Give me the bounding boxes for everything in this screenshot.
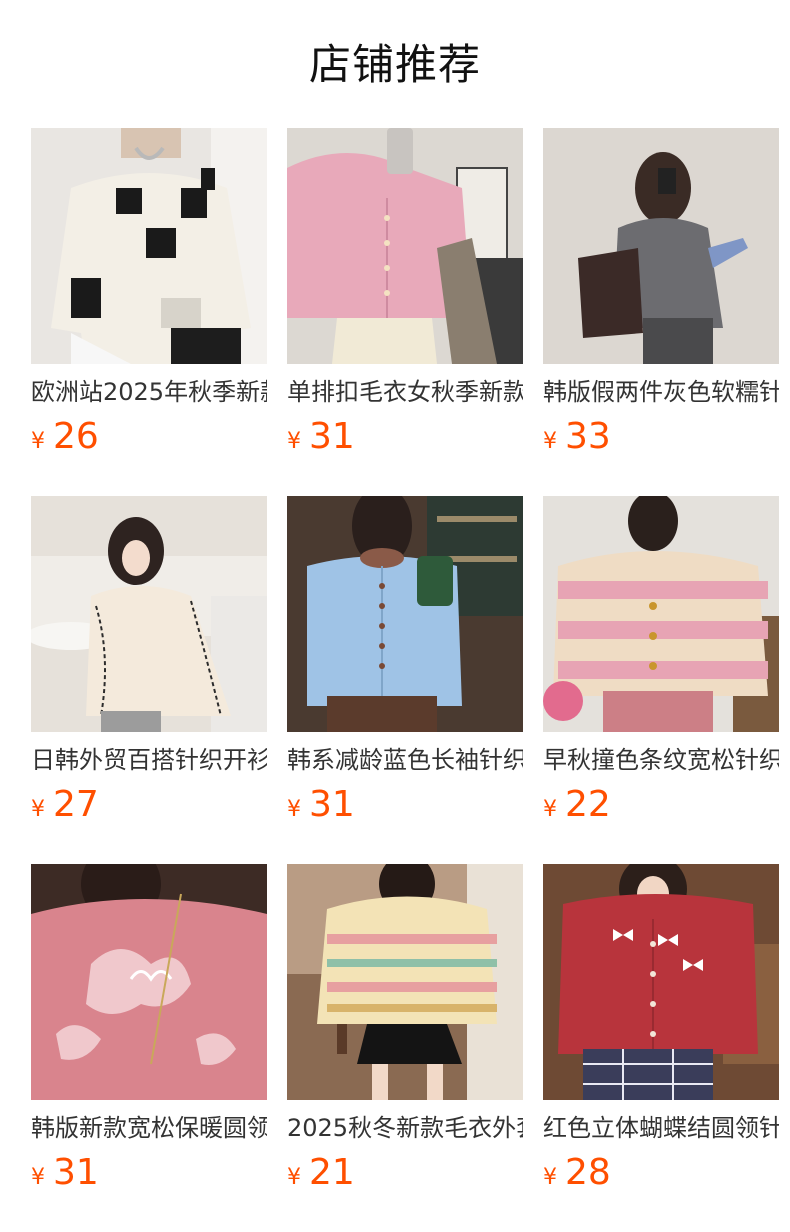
- product-price: ¥31: [287, 415, 523, 459]
- currency-symbol: ¥: [31, 1165, 45, 1190]
- sweater-photo-icon: [31, 496, 267, 732]
- currency-symbol: ¥: [543, 429, 557, 454]
- sweater-photo-icon: [287, 496, 523, 732]
- product-image[interactable]: [31, 128, 267, 364]
- price-value: 31: [309, 784, 355, 825]
- store-recommendations-page: 店铺推荐 欧洲站2025年秋季新款 ¥ 26 单排扣毛衣女秋季新款 ¥ 31 韩…: [0, 0, 790, 1232]
- product-title[interactable]: 欧洲站2025年秋季新款: [31, 375, 267, 409]
- product-price: ¥27: [31, 783, 267, 827]
- product-title[interactable]: 韩版假两件灰色软糯针织: [543, 375, 779, 409]
- product-price: ¥28: [543, 1151, 779, 1195]
- product-image[interactable]: [287, 864, 523, 1100]
- currency-symbol: ¥: [31, 429, 45, 454]
- product-card[interactable]: 早秋撞色条纹宽松针织 ¥22: [543, 496, 779, 836]
- product-title[interactable]: 红色立体蝴蝶结圆领针织: [543, 1111, 779, 1145]
- product-price: ¥31: [287, 783, 523, 827]
- product-title[interactable]: 单排扣毛衣女秋季新款: [287, 375, 523, 409]
- product-title[interactable]: 2025秋冬新款毛衣外套: [287, 1111, 523, 1145]
- product-card[interactable]: 日韩外贸百搭针织开衫 ¥27: [31, 496, 267, 836]
- price-value: 31: [309, 416, 355, 457]
- product-image[interactable]: [31, 496, 267, 732]
- product-card[interactable]: 欧洲站2025年秋季新款 ¥26: [31, 128, 267, 468]
- currency-symbol: ¥: [543, 1165, 557, 1190]
- product-title[interactable]: 韩系减龄蓝色长袖针织: [287, 743, 523, 777]
- product-image[interactable]: [543, 496, 779, 732]
- sweater-photo-icon: [287, 864, 523, 1100]
- product-image[interactable]: [287, 496, 523, 732]
- product-price: ¥21: [287, 1151, 523, 1195]
- product-card[interactable]: 2025秋冬新款毛衣外套 ¥21: [287, 864, 523, 1204]
- price-value: 28: [565, 1152, 611, 1193]
- product-card[interactable]: 韩版新款宽松保暖圆领 ¥31: [31, 864, 267, 1204]
- sweater-photo-icon: [287, 128, 523, 364]
- section-title: 店铺推荐: [308, 40, 481, 89]
- currency-symbol: ¥: [543, 797, 557, 822]
- product-price: ¥22: [543, 783, 779, 827]
- price-value: 27: [53, 784, 99, 825]
- product-title[interactable]: 早秋撞色条纹宽松针织: [543, 743, 779, 777]
- product-card[interactable]: 韩系减龄蓝色长袖针织 ¥31: [287, 496, 523, 836]
- currency-symbol: ¥: [287, 429, 301, 454]
- product-price: ¥33: [543, 415, 779, 459]
- product-price: ¥26: [31, 415, 267, 459]
- sweater-photo-icon: [543, 864, 779, 1100]
- product-card[interactable]: 韩版假两件灰色软糯针织 ¥33: [543, 128, 779, 468]
- product-price: ¥31: [31, 1151, 267, 1195]
- product-image[interactable]: [543, 864, 779, 1100]
- product-title[interactable]: 韩版新款宽松保暖圆领: [31, 1111, 267, 1145]
- sweater-photo-icon: [543, 128, 779, 364]
- product-title[interactable]: 日韩外贸百搭针织开衫: [31, 743, 267, 777]
- product-image[interactable]: [31, 864, 267, 1100]
- product-image[interactable]: [543, 128, 779, 364]
- price-value: 31: [53, 1152, 99, 1193]
- product-image[interactable]: [287, 128, 523, 364]
- sweater-photo-icon: [31, 128, 267, 364]
- product-card[interactable]: 单排扣毛衣女秋季新款 ¥31: [287, 128, 523, 468]
- price-value: 22: [565, 784, 611, 825]
- sweater-photo-icon: [543, 496, 779, 732]
- currency-symbol: ¥: [287, 797, 301, 822]
- product-card[interactable]: 红色立体蝴蝶结圆领针织 ¥28: [543, 864, 779, 1204]
- currency-symbol: ¥: [287, 1165, 301, 1190]
- price-value: 26: [53, 416, 99, 457]
- sweater-photo-icon: [31, 864, 267, 1100]
- price-value: 33: [565, 416, 611, 457]
- price-value: 21: [309, 1152, 355, 1193]
- currency-symbol: ¥: [31, 797, 45, 822]
